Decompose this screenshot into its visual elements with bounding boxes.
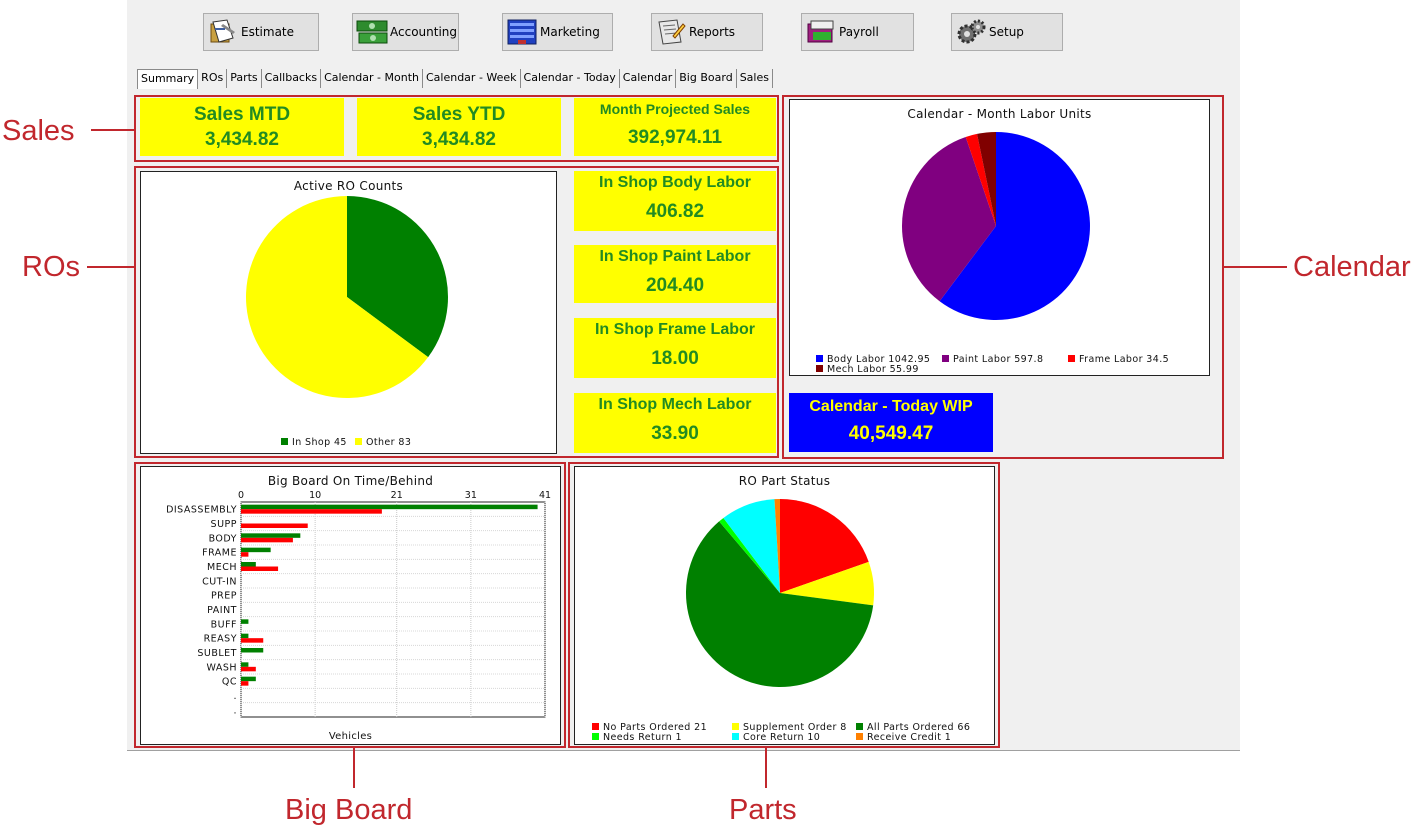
setup-label: Setup [989,25,1024,39]
big-board-callout: Big Board [285,794,413,826]
parts-callout: Parts [729,794,797,826]
tab-callbacks[interactable]: Callbacks [262,69,322,88]
reports-icon [658,19,686,45]
calendar-callout-line [1224,266,1287,268]
ros-callout: ROs [22,251,80,283]
tab-big-board[interactable]: Big Board [676,69,737,88]
big-board-region-outline [134,462,566,748]
tab-calendar-week[interactable]: Calendar - Week [423,69,521,88]
sales-region-outline [134,95,779,162]
setup-button[interactable]: Setup [951,13,1063,51]
accounting-label: Accounting [390,25,458,39]
tab-calendar-month[interactable]: Calendar - Month [321,69,423,88]
estimate-button[interactable]: Estimate [203,13,319,51]
payroll-icon [807,20,834,43]
marketing-icon [507,19,537,45]
calendar-callout: Calendar [1293,251,1411,283]
reports-label: Reports [689,25,736,39]
marketing-button[interactable]: Marketing [502,13,613,51]
tab-calendar-today[interactable]: Calendar - Today [521,69,620,88]
tab-sales[interactable]: Sales [737,69,773,88]
big-board-callout-line [353,748,355,788]
tab-calendar[interactable]: Calendar [620,69,677,88]
sales-callout-line [91,129,134,131]
parts-callout-line [765,748,767,788]
tab-summary[interactable]: Summary [137,69,199,89]
tab-ros[interactable]: ROs [198,69,228,88]
parts-region-outline [568,462,1000,748]
estimate-icon [210,19,235,43]
sales-callout: Sales [2,115,75,147]
ros-region-outline [134,166,779,458]
setup-icon [957,19,986,44]
tab-strip: Summary ROs Parts Callbacks Calendar - M… [137,69,773,89]
payroll-button[interactable]: Payroll [801,13,914,51]
tab-parts[interactable]: Parts [227,69,262,88]
payroll-label: Payroll [839,25,879,39]
reports-button[interactable]: Reports [651,13,763,51]
estimate-label: Estimate [241,25,295,39]
ros-callout-line [87,266,134,268]
accounting-button[interactable]: Accounting [352,13,459,51]
marketing-label: Marketing [540,25,600,39]
calendar-region-outline [782,95,1224,459]
accounting-icon [356,20,388,44]
